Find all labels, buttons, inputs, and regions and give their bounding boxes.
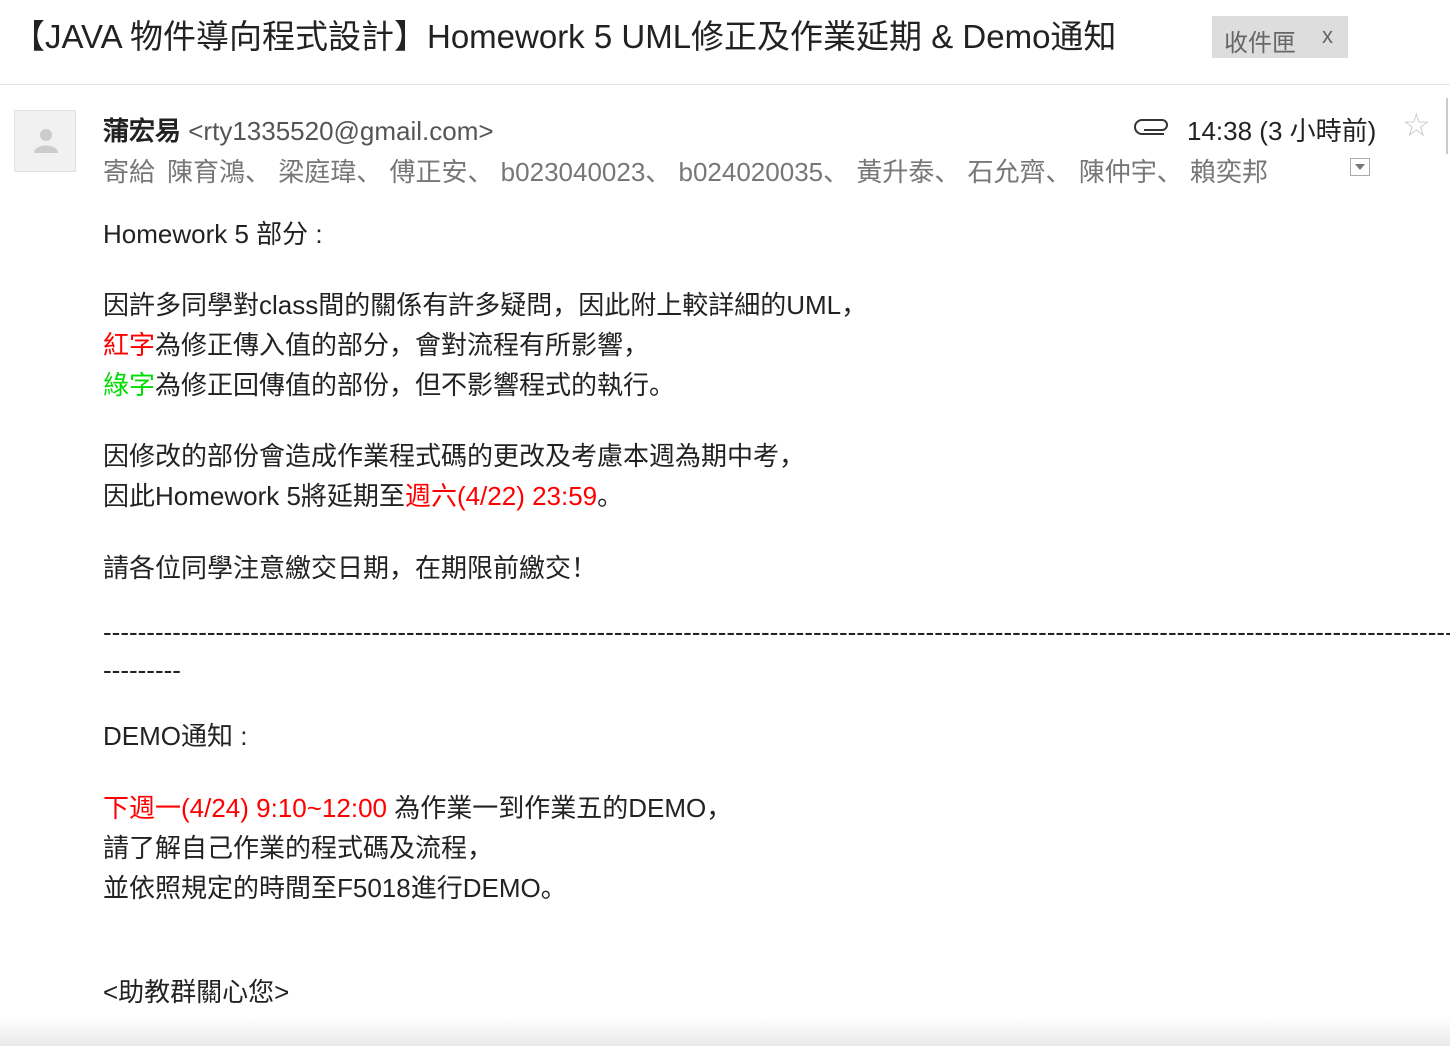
- demo-time-rest: 為作業一到作業五的DEMO，: [387, 793, 733, 823]
- body-line-extend: 因此Homework 5將延期至週六(4/22) 23:59。: [103, 476, 623, 516]
- sender-avatar[interactable]: [14, 110, 76, 172]
- extend-date: 週六(4/22) 23:59: [404, 481, 598, 511]
- extend-post: 。: [597, 481, 624, 511]
- demo-line-3: 並依照規定的時間至F5018進行DEMO。: [103, 873, 567, 903]
- sender-line: 蒲宏易 <rty1335520@gmail.com>: [103, 111, 494, 148]
- divider-dashes-short: ---------: [103, 655, 181, 685]
- attachment-icon: [1134, 119, 1168, 135]
- body-line-red: 紅字為修正傳入值的部分，會對流程有所影響，: [103, 325, 649, 365]
- recipients-line: 寄給 陳育鴻、 梁庭瑋、 傅正安、 b023040023、 b024020035、…: [103, 152, 1339, 188]
- star-icon[interactable]: ☆: [1402, 106, 1431, 144]
- header-divider: [0, 84, 1450, 85]
- demo-heading: DEMO通知 :: [103, 721, 248, 751]
- sender-email: <rty1335520@gmail.com>: [188, 116, 494, 146]
- scroll-edge: [1446, 98, 1450, 154]
- green-rest: 為修正回傳值的部份，但不影響程式的執行。: [155, 370, 676, 400]
- recipients-names: 陳育鴻、 梁庭瑋、 傅正安、 b023040023、 b024020035、 黃…: [167, 157, 1269, 187]
- sender-name[interactable]: 蒲宏易: [103, 116, 181, 146]
- hw5-heading: Homework 5 部分 :: [103, 219, 323, 249]
- inbox-label-text[interactable]: 收件匣: [1224, 23, 1296, 58]
- email-time: 14:38 (3 小時前): [1187, 116, 1377, 146]
- extend-pre: 因此Homework 5將延期至: [103, 481, 405, 511]
- body-line-green: 綠字為修正回傳值的部份，但不影響程式的執行。: [103, 365, 675, 405]
- demo-line-2: 請了解自己作業的程式碼及流程，: [103, 833, 494, 863]
- remove-label-button[interactable]: x: [1322, 23, 1333, 49]
- body-line-notice: 請各位同學注意繳交日期，在期限前繳交！: [103, 553, 598, 583]
- email-subject: 【JAVA 物件導向程式設計】Homework 5 UML修正及作業延期 & D…: [12, 18, 1117, 55]
- person-icon: [34, 129, 58, 153]
- bottom-shadow: [0, 1018, 1450, 1046]
- demo-line-time: 下週一(4/24) 9:10~12:00 為作業一到作業五的DEMO，: [103, 788, 732, 828]
- signature: <助教群關心您>: [103, 977, 290, 1007]
- red-word: 紅字: [103, 330, 156, 360]
- details-dropdown-button[interactable]: [1350, 158, 1370, 176]
- body-line-uml: 因許多同學對class間的關係有許多疑問，因此附上較詳細的UML，: [103, 290, 868, 320]
- subject-bar: 【JAVA 物件導向程式設計】Homework 5 UML修正及作業延期 & D…: [0, 0, 1450, 84]
- recipients-prefix: 寄給: [103, 157, 156, 187]
- inbox-label-chip[interactable]: 收件匣 x: [1212, 16, 1348, 58]
- body-line-change: 因修改的部份會造成作業程式碼的更改及考慮本週為期中考，: [103, 441, 806, 471]
- red-rest: 為修正傳入值的部分，會對流程有所影響，: [155, 330, 650, 360]
- divider-dashes-long: ----------------------------------------…: [103, 617, 1450, 647]
- green-word: 綠字: [103, 370, 156, 400]
- demo-time: 下週一(4/24) 9:10~12:00: [103, 793, 387, 823]
